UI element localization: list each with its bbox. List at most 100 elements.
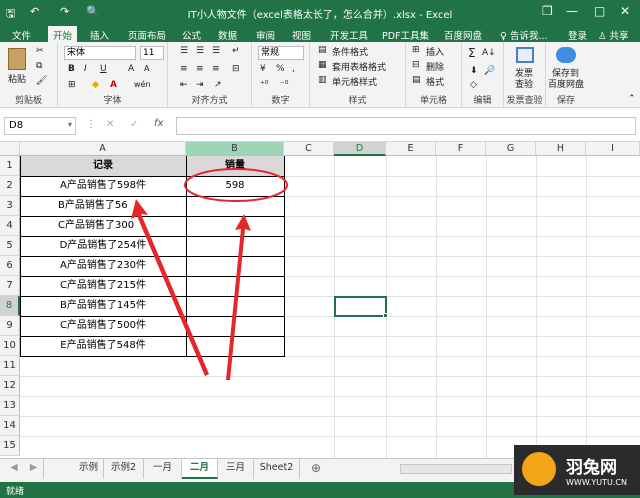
align-center-icon[interactable]: ≡ <box>196 64 204 74</box>
delete-cells-icon[interactable]: ⊟ <box>412 60 420 70</box>
worksheet-grid[interactable]: A B C D E F G H I 1 2 3 4 5 6 7 8 9 10 1… <box>0 142 640 458</box>
tell-me-search[interactable]: ♀ 告诉我... <box>500 28 548 42</box>
paste-button[interactable]: 粘贴 <box>8 72 26 85</box>
status-text: 就绪 <box>6 487 25 497</box>
insert-function-button[interactable]: fx <box>154 118 163 129</box>
conditional-format-button[interactable]: 条件格式 <box>332 45 368 58</box>
increase-decimal-icon[interactable]: ⁺⁰ <box>260 80 268 90</box>
font-color-button[interactable]: A <box>110 80 117 90</box>
login-link[interactable]: 登录 <box>568 28 587 42</box>
sheet-tab-january[interactable]: 一月 <box>144 459 182 479</box>
currency-button[interactable]: ¥ <box>260 64 266 74</box>
grow-font-button[interactable]: A <box>128 64 134 74</box>
table-format-button[interactable]: 套用表格格式 <box>332 60 386 73</box>
tab-insert[interactable]: 插入 <box>90 28 109 42</box>
share-button[interactable]: ♙ 共享 <box>598 28 629 42</box>
autosum-button[interactable]: Σ <box>468 46 476 60</box>
editing-group: Σ A↓ ⬇ 🔎 ◇ 编辑 <box>462 42 504 108</box>
cut-icon[interactable]: ✂ <box>36 46 44 56</box>
increase-indent-icon[interactable]: ⇥ <box>196 80 204 90</box>
insert-cells-button[interactable]: 插入 <box>426 45 444 58</box>
invoice-group-label: 发票查验 <box>506 96 543 106</box>
align-top-icon[interactable]: ☰ <box>180 46 188 56</box>
delete-cells-button[interactable]: 删除 <box>426 60 444 73</box>
sheet-prev-icon[interactable]: ◀ <box>4 459 24 479</box>
cells-group-label: 单元格 <box>419 96 447 106</box>
merge-center-icon[interactable]: ⊟ <box>232 64 240 74</box>
baidu-cloud-icon[interactable] <box>556 47 576 63</box>
wrap-text-icon[interactable]: ↵ <box>232 46 240 56</box>
fill-color-icon[interactable]: ◆ <box>92 80 99 90</box>
sheet-tab-example[interactable]: 示例 <box>74 459 104 479</box>
tab-data[interactable]: 数据 <box>218 28 237 42</box>
comma-button[interactable]: , <box>292 64 295 74</box>
minimize-icon[interactable]: — <box>566 4 578 18</box>
format-cells-icon[interactable]: ▤ <box>412 75 421 85</box>
table-format-icon[interactable]: ▦ <box>318 60 327 70</box>
name-box-dropdown-icon[interactable]: ▾ <box>68 120 72 129</box>
copy-icon[interactable]: ⧉ <box>36 61 42 71</box>
conditional-format-icon[interactable]: ▤ <box>318 45 327 55</box>
sheet-tab-example2[interactable]: 示例2 <box>104 459 144 479</box>
decrease-indent-icon[interactable]: ⇤ <box>180 80 188 90</box>
font-name-select[interactable]: 宋体 <box>64 46 136 60</box>
add-sheet-icon[interactable]: ⊕ <box>304 459 328 479</box>
number-group-label: 数字 <box>271 96 290 106</box>
ribbon-display-icon[interactable]: ❐ <box>542 4 553 18</box>
align-left-icon[interactable]: ≡ <box>180 64 188 74</box>
insert-cells-icon[interactable]: ⊞ <box>412 45 420 55</box>
format-painter-icon[interactable]: 🖌 <box>36 76 47 86</box>
tab-pdf-tools[interactable]: PDF工具集 <box>382 28 429 42</box>
confirm-entry-button[interactable]: ✓ <box>130 119 138 130</box>
font-size-select[interactable]: 11 <box>140 46 164 60</box>
sheet-tab-march[interactable]: 三月 <box>218 459 254 479</box>
paste-icon[interactable] <box>8 48 26 70</box>
find-select-button[interactable]: 🔎 <box>484 66 495 76</box>
align-bottom-icon[interactable]: ☰ <box>212 46 220 56</box>
tab-review[interactable]: 审阅 <box>256 28 275 42</box>
sheet-tab-sheet2[interactable]: Sheet2 <box>254 459 300 479</box>
align-middle-icon[interactable]: ☰ <box>196 46 204 56</box>
clear-icon[interactable]: ◇ <box>470 80 477 90</box>
tab-developer[interactable]: 开发工具 <box>330 28 368 42</box>
formula-input[interactable] <box>176 117 636 135</box>
tab-formulas[interactable]: 公式 <box>182 28 201 42</box>
format-cells-button[interactable]: 格式 <box>426 75 444 88</box>
number-format-select[interactable]: 常规 <box>258 46 304 60</box>
tab-view[interactable]: 视图 <box>292 28 311 42</box>
name-box[interactable]: D8 <box>4 117 76 135</box>
percent-button[interactable]: % <box>276 64 285 74</box>
close-icon[interactable]: ✕ <box>620 4 630 18</box>
collapse-ribbon-icon[interactable]: ⌃ <box>628 94 636 104</box>
tab-file[interactable]: 文件 <box>12 28 31 42</box>
styles-group-label: 样式 <box>348 96 367 106</box>
formula-options-icon[interactable]: ⋮ <box>86 119 96 130</box>
horizontal-scrollbar[interactable] <box>400 464 512 474</box>
tab-home[interactable]: 开始 <box>48 26 78 42</box>
bold-button[interactable]: B <box>68 64 75 74</box>
cancel-entry-button[interactable]: ✕ <box>106 119 114 130</box>
tab-page-layout[interactable]: 页面布局 <box>128 28 166 42</box>
save-group-label: 保存 <box>556 96 575 106</box>
underline-button[interactable]: U <box>100 64 107 74</box>
cell-style-button[interactable]: 单元格样式 <box>332 75 377 88</box>
fill-icon[interactable]: ⬇ <box>470 66 478 76</box>
sheet-next-icon[interactable]: ▶ <box>24 459 44 479</box>
tab-baidu-netdisk[interactable]: 百度网盘 <box>444 28 482 42</box>
arrow-to-a2 <box>131 199 209 376</box>
align-right-icon[interactable]: ≡ <box>212 64 220 74</box>
save-to-baidu-button-line2[interactable]: 百度网盘 <box>548 77 584 90</box>
sheet-tab-february[interactable]: 二月 <box>182 459 218 479</box>
cell-style-icon[interactable]: ▥ <box>318 75 327 85</box>
sort-filter-button[interactable]: A↓ <box>482 48 496 58</box>
invoice-check-button-line2[interactable]: 查验 <box>515 77 533 90</box>
orientation-icon[interactable]: ↗ <box>214 80 222 90</box>
italic-button[interactable]: I <box>84 64 87 74</box>
shrink-font-button[interactable]: A <box>144 64 149 73</box>
phonetic-button[interactable]: wén <box>134 80 151 89</box>
alignment-group: ☰ ☰ ☰ ↵ ≡ ≡ ≡ ⊟ ⇤ ⇥ ↗ 对齐方式 <box>168 42 252 108</box>
maximize-icon[interactable]: □ <box>594 4 605 18</box>
borders-icon[interactable]: ⊞ <box>68 80 76 90</box>
decrease-decimal-icon[interactable]: ⁻⁰ <box>280 80 288 90</box>
invoice-check-icon[interactable] <box>516 47 534 63</box>
